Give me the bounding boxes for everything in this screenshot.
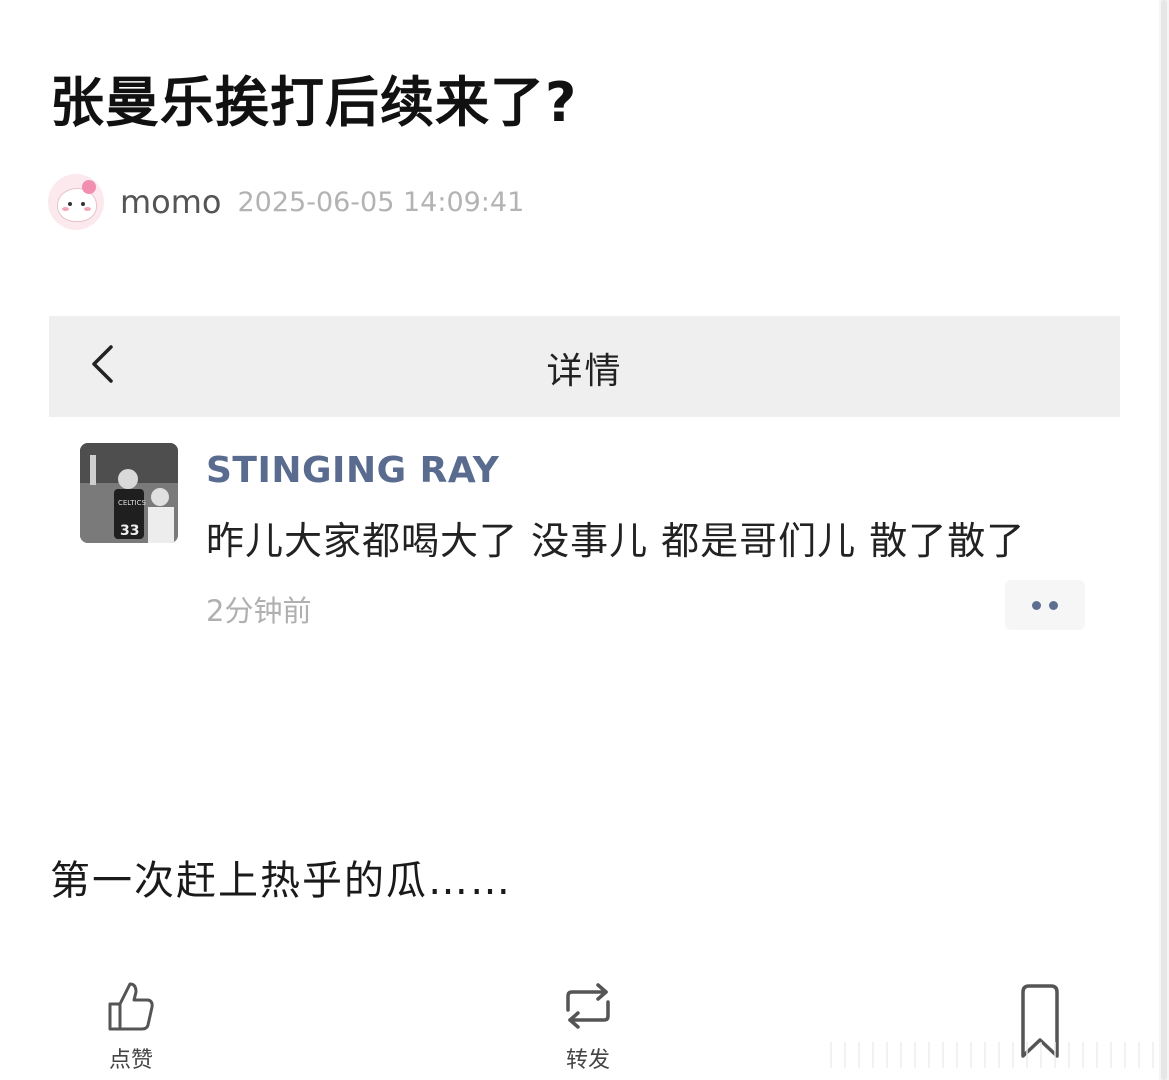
avatar-cheek [84, 207, 91, 211]
article-body-text: 第一次赶上热乎的瓜…… [50, 858, 512, 904]
article-title: 张曼乐挨打后续来了? [50, 71, 578, 134]
avatar-jersey-number: 33 [120, 523, 139, 539]
avatar-jersey-text: CELTICS [118, 499, 146, 507]
scrollbar-thumb[interactable] [1161, 0, 1167, 1080]
avatar-eye [68, 202, 72, 206]
author-name[interactable]: momo [120, 183, 222, 221]
repost-icon [566, 983, 610, 1029]
repost-label: 转发 [565, 1048, 610, 1073]
avatar-cheek [62, 207, 69, 211]
avatar-flower [82, 180, 96, 194]
thumbs-up-icon [108, 982, 154, 1031]
more-dot [1032, 601, 1041, 610]
nav-title: 详情 [546, 351, 623, 392]
watermark [830, 1042, 1156, 1068]
author-avatar[interactable] [48, 174, 104, 230]
post-avatar: CELTICS 33 [80, 443, 178, 543]
like-button[interactable]: 点赞 [94, 980, 168, 1074]
scrollbar[interactable] [1159, 0, 1169, 1080]
author-meta: momo 2025-06-05 14:09:41 [48, 174, 524, 230]
post-content: 昨儿大家都喝大了 没事儿 都是哥们儿 散了散了 [206, 519, 1026, 563]
repost-button[interactable]: 转发 [553, 980, 623, 1074]
more-dot [1049, 601, 1058, 610]
post-relative-time: 2分钟前 [206, 594, 312, 628]
like-label: 点赞 [108, 1048, 153, 1073]
more-dots-icon[interactable] [1005, 580, 1085, 630]
embedded-nav-bar: 详情 [49, 316, 1120, 417]
post-timestamp: 2025-06-05 14:09:41 [237, 186, 525, 218]
post-username[interactable]: STINGING RAY [206, 450, 499, 491]
avatar-eye [81, 202, 85, 206]
